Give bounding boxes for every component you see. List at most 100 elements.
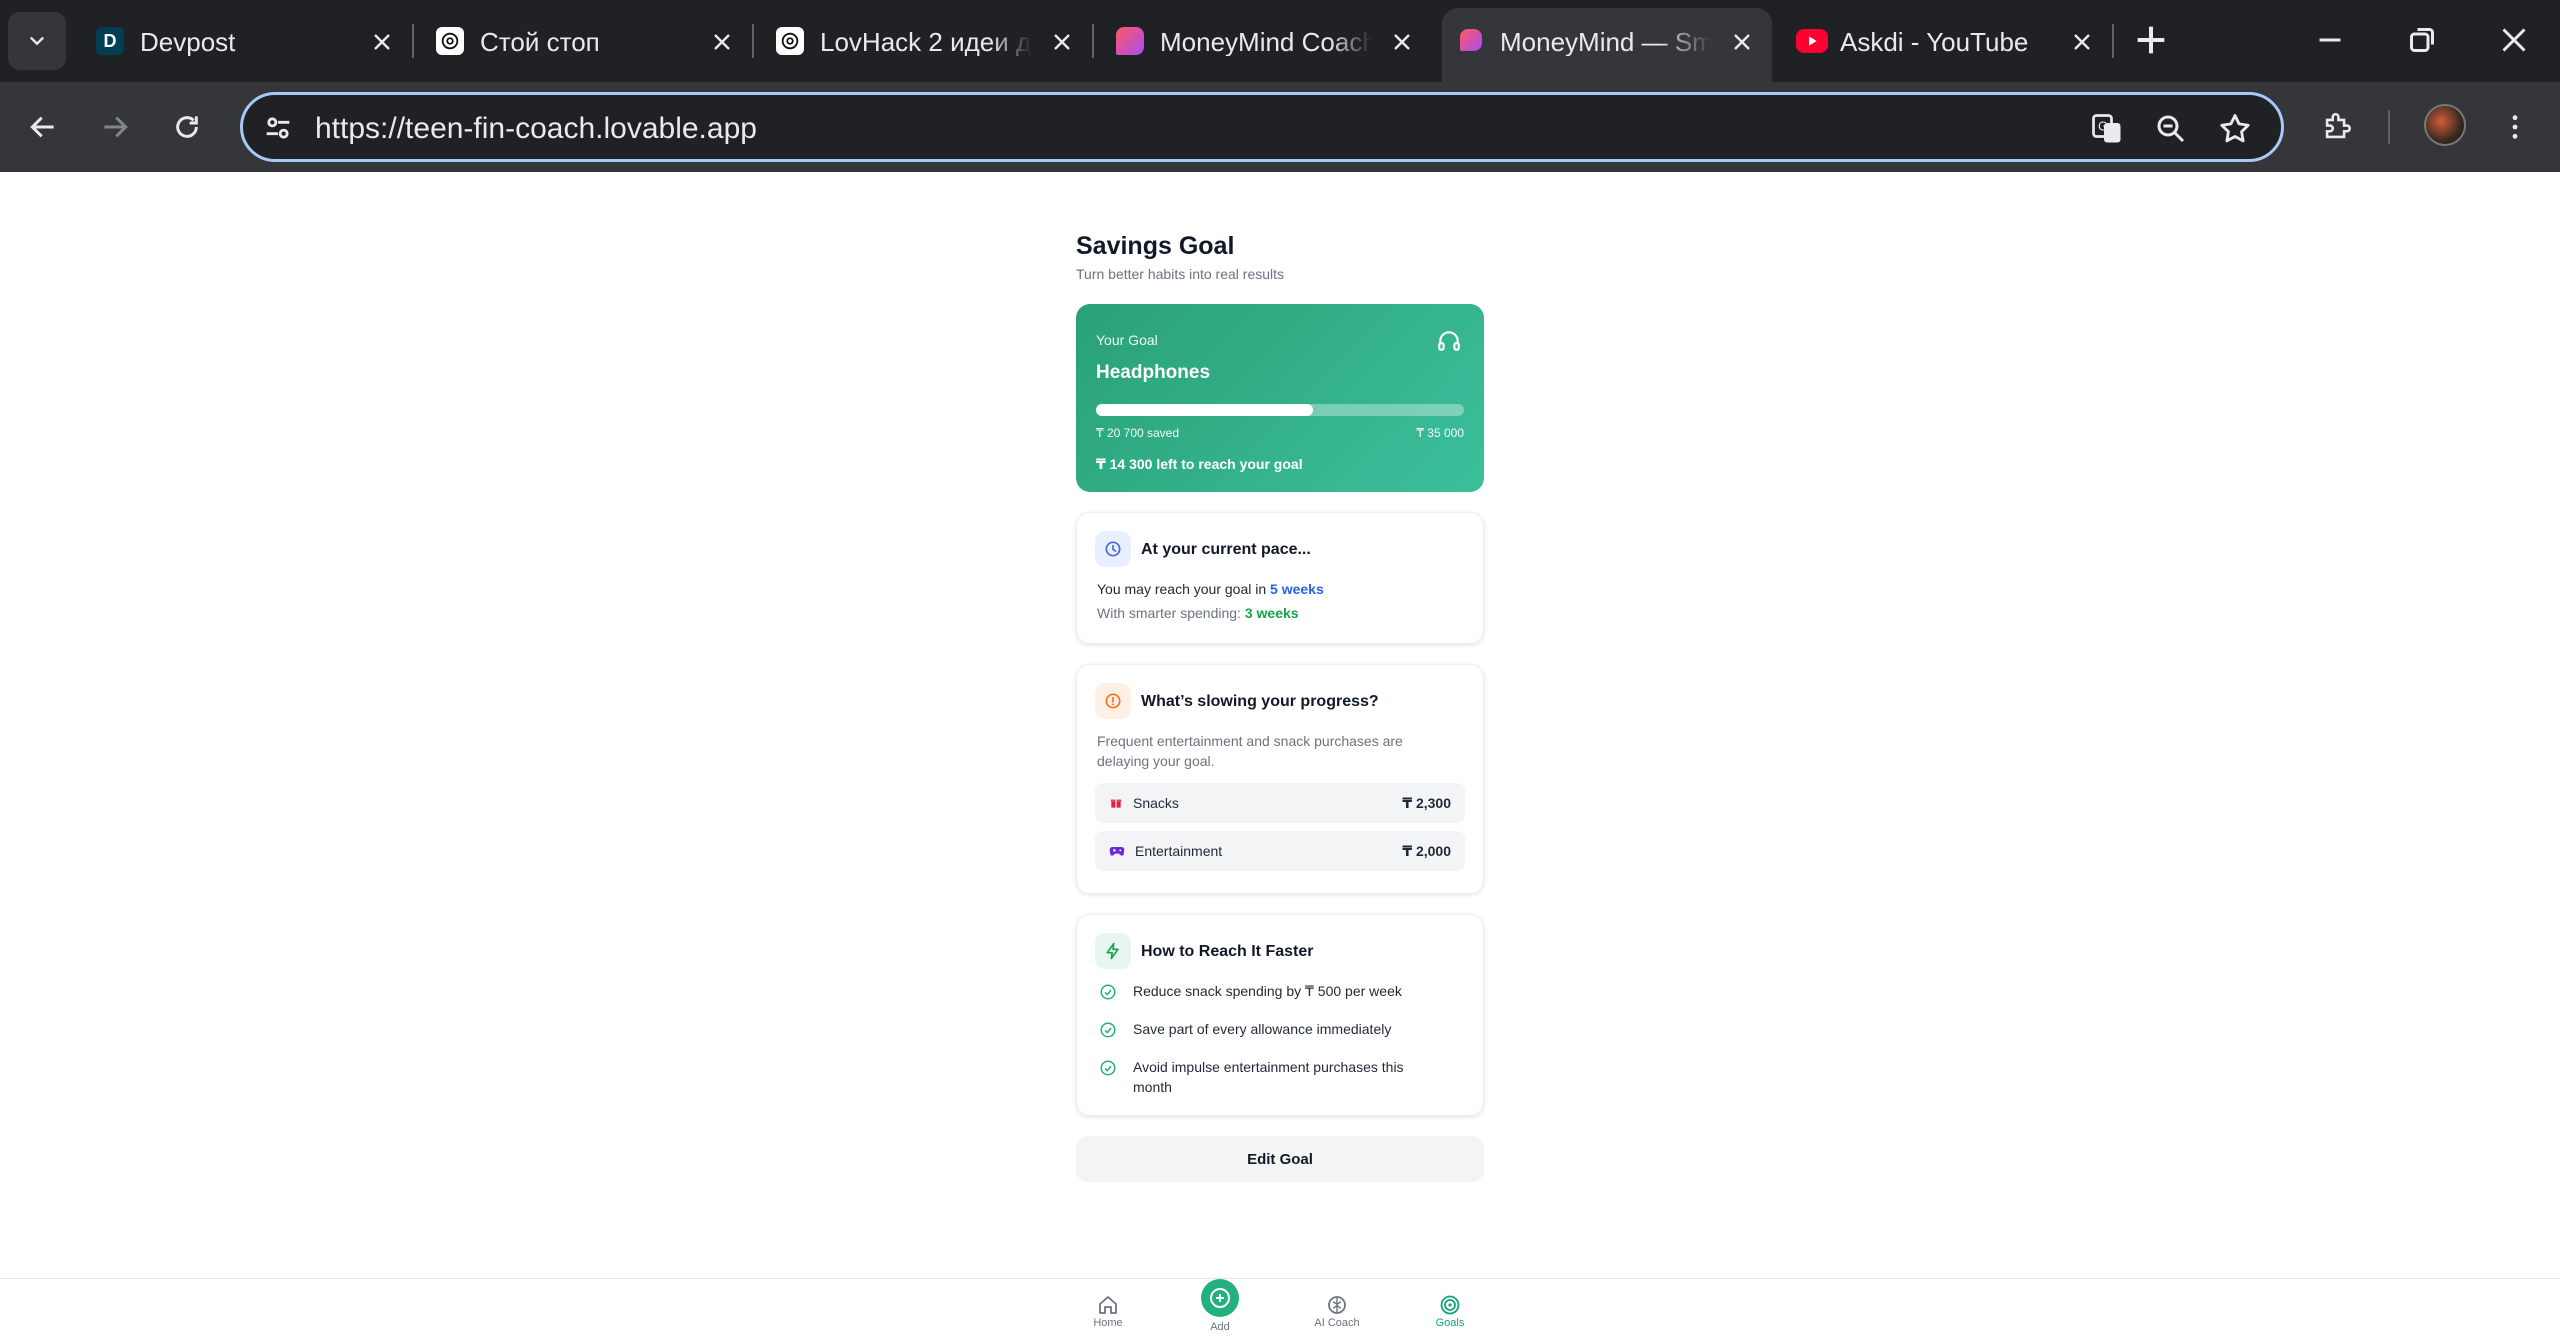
profile-avatar[interactable] — [2424, 104, 2466, 146]
translate-icon[interactable]: G — [2089, 111, 2125, 147]
goal-label: Your Goal — [1096, 332, 1158, 348]
tab-separator — [412, 24, 414, 58]
nav-add-label: Add — [1210, 1321, 1230, 1333]
page-subtitle: Turn better habits into real results — [1076, 266, 1285, 282]
lovable-icon — [1460, 29, 1482, 51]
close-icon[interactable] — [1730, 30, 1754, 54]
tab-separator — [1092, 24, 1094, 58]
close-icon[interactable] — [370, 30, 394, 54]
tab-devpost[interactable]: D Devpost — [82, 8, 414, 74]
goal-card: Your Goal Headphones ₸ 20 700 saved ₸ 35… — [1076, 304, 1484, 492]
tab-search-button[interactable] — [8, 12, 66, 70]
tab-title: Devpost — [140, 28, 236, 56]
chatgpt-icon — [776, 27, 804, 55]
list-item: Entertainment ₸ 2,000 — [1095, 831, 1465, 871]
tab-strip: D Devpost Стой стоп LovHack 2 идеи для M… — [0, 0, 2560, 82]
toolbar-divider — [2388, 110, 2390, 144]
zoom-icon[interactable] — [2153, 111, 2189, 147]
goal-remaining: ₸ 14 300 left to reach your goal — [1096, 456, 1303, 472]
bookmark-star-icon[interactable] — [2217, 111, 2253, 147]
devpost-icon: D — [96, 27, 124, 55]
arrow-right-icon — [104, 116, 128, 138]
target-icon — [1440, 1295, 1460, 1315]
reach-faster-card: How to Reach It Faster Reduce snack spen… — [1076, 914, 1484, 1116]
edit-goal-button[interactable]: Edit Goal — [1076, 1136, 1484, 1182]
reload-button[interactable] — [166, 106, 208, 148]
nav-ai-coach-label: AI Coach — [1314, 1317, 1360, 1329]
slowing-description-line1: Frequent entertainment and snack purchas… — [1097, 733, 1403, 749]
youtube-icon — [1796, 29, 1828, 53]
pace-title: At your current pace... — [1141, 541, 1311, 558]
expense-amount: ₸ 2,300 — [1402, 794, 1451, 811]
plus-circle-icon — [1210, 1288, 1230, 1308]
close-icon[interactable] — [1050, 30, 1074, 54]
pace-line-current: You may reach your goal in 5 weeks — [1097, 581, 1324, 597]
pace-current-prefix: You may reach your goal in — [1097, 581, 1271, 597]
more-vertical-icon — [2512, 115, 2518, 139]
home-icon — [1099, 1296, 1117, 1314]
goal-progress-fill — [1096, 404, 1314, 416]
tab-chat-1[interactable]: Стой стоп — [422, 8, 754, 74]
bottom-nav: Home Add AI Coach Goals — [0, 1278, 2560, 1344]
headphones-icon — [1438, 331, 1460, 351]
tab-title: MoneyMind — Sma — [1500, 28, 1712, 56]
tip-text: Avoid impulse entertainment purchases th… — [1133, 1059, 1404, 1095]
slowing-card: What’s slowing your progress? Frequent e… — [1076, 664, 1484, 894]
reload-icon — [176, 116, 198, 138]
pace-smarter-prefix: With smarter spending: — [1097, 605, 1245, 621]
nav-goals-label: Goals — [1435, 1317, 1465, 1329]
forward-button[interactable] — [94, 106, 136, 148]
slowing-description-line2: delaying your goal. — [1097, 753, 1215, 769]
restore-icon[interactable] — [2404, 22, 2440, 58]
check-circle-icon — [1100, 984, 1116, 1000]
tab-title: Стой стоп — [480, 28, 600, 56]
extensions-button[interactable] — [2316, 106, 2358, 148]
expense-label: Snacks — [1133, 795, 1179, 811]
brain-icon — [1328, 1296, 1346, 1314]
chatgpt-icon — [436, 27, 464, 55]
chevron-down-icon — [30, 37, 44, 46]
close-icon[interactable] — [2070, 30, 2094, 54]
pace-card: At your current pace... You may reach yo… — [1076, 512, 1484, 644]
tip-item: Save part of every allowance immediately — [1099, 1019, 1463, 1039]
tab-title: MoneyMind Coach — [1160, 28, 1372, 56]
lovable-icon — [1116, 27, 1144, 55]
tab-moneymind-coach[interactable]: MoneyMind Coach — [1102, 8, 1432, 74]
tab-youtube[interactable]: Askdi - YouTube — [1782, 8, 2114, 74]
minimize-icon[interactable] — [2312, 22, 2348, 58]
page-content: Savings Goal Turn better habits into rea… — [0, 172, 2560, 1344]
nav-ai-coach[interactable]: AI Coach — [1297, 1293, 1377, 1329]
address-bar[interactable]: https://teen-fin-coach.lovable.app G — [240, 92, 2284, 162]
nav-home[interactable]: Home — [1068, 1293, 1148, 1329]
back-button[interactable] — [22, 106, 64, 148]
pace-smarter-value: 3 weeks — [1244, 605, 1299, 621]
menu-button[interactable] — [2494, 106, 2536, 148]
nav-home-label: Home — [1093, 1317, 1123, 1329]
lightning-icon — [1095, 933, 1131, 969]
pace-current-value: 5 weeks — [1270, 581, 1324, 597]
alert-circle-icon — [1095, 683, 1131, 719]
arrow-left-icon — [30, 116, 54, 138]
close-icon[interactable] — [1390, 30, 1414, 54]
new-tab-icon[interactable] — [2131, 20, 2171, 60]
check-circle-icon — [1100, 1022, 1116, 1038]
close-icon[interactable] — [710, 30, 734, 54]
nav-goals[interactable]: Goals — [1410, 1293, 1490, 1329]
tab-separator — [2112, 24, 2114, 58]
expense-amount: ₸ 2,000 — [1402, 842, 1451, 859]
nav-add-button[interactable] — [1201, 1279, 1239, 1317]
gift-icon — [1110, 799, 1122, 808]
site-settings-icon[interactable] — [261, 111, 295, 145]
browser-toolbar: https://teen-fin-coach.lovable.app G — [0, 82, 2560, 172]
pace-line-smarter: With smarter spending: 3 weeks — [1097, 605, 1299, 621]
url-text[interactable]: https://teen-fin-coach.lovable.app — [315, 113, 757, 145]
check-circle-icon — [1100, 1060, 1116, 1076]
tab-title: Askdi - YouTube — [1840, 28, 2029, 56]
tab-title: LovHack 2 идеи для — [820, 28, 1032, 56]
goal-target-amount: ₸ 35 000 — [1416, 426, 1464, 440]
tab-chat-2[interactable]: LovHack 2 идеи для — [762, 8, 1094, 74]
puzzle-icon — [2325, 113, 2351, 139]
clock-icon — [1095, 531, 1131, 567]
window-close-icon[interactable] — [2496, 22, 2532, 58]
tab-moneymind-active[interactable]: MoneyMind — Sma — [1442, 8, 1772, 82]
